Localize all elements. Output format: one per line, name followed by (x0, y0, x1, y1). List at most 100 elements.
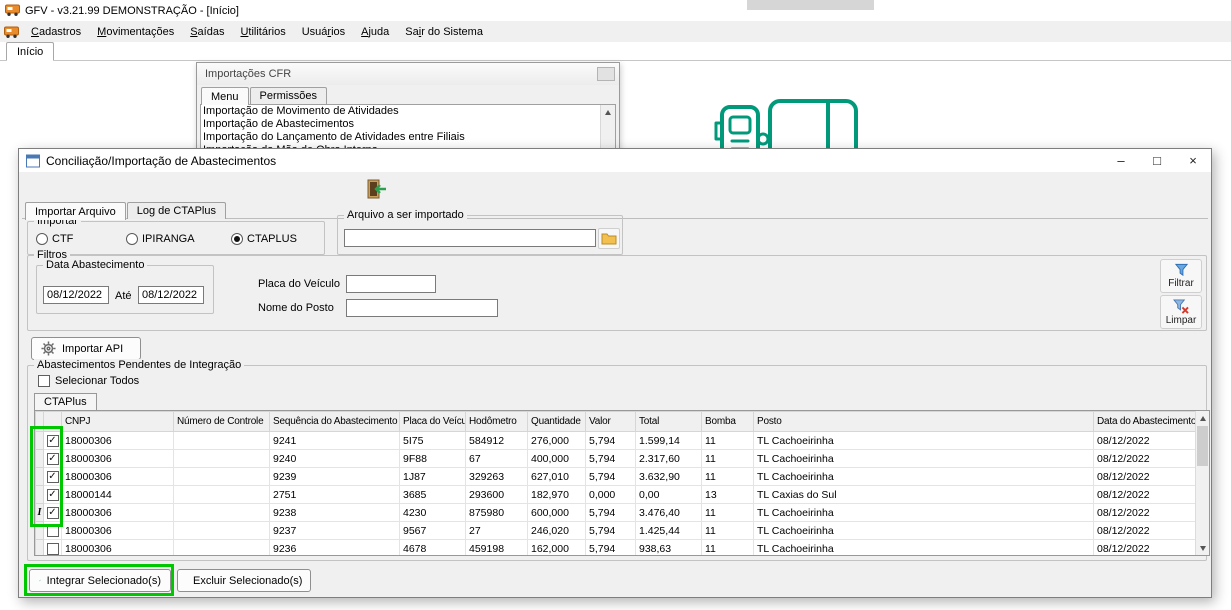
cfr-tab-menu[interactable]: Menu (201, 87, 249, 105)
excluir-button[interactable]: Excluir Selecionado(s) (177, 569, 311, 592)
scroll-down-icon[interactable] (1196, 541, 1209, 555)
arquivo-input[interactable] (344, 229, 596, 247)
grid-cell[interactable]: 9241 (270, 432, 400, 450)
grid-column-header[interactable]: Valor (586, 412, 636, 432)
grid-cell[interactable]: 5,794 (586, 468, 636, 486)
grid-cell[interactable] (174, 522, 270, 540)
grid-column-header[interactable]: Quantidade (528, 412, 586, 432)
grid-column-header[interactable]: Data do Abastecimento (1094, 412, 1196, 432)
grid-cell[interactable] (174, 504, 270, 522)
row-checkbox[interactable]: ✓ (47, 507, 59, 519)
grid-cell[interactable] (174, 540, 270, 557)
row-checkbox[interactable] (47, 543, 59, 555)
grid-column-header[interactable]: Sequência do Abastecimento (270, 412, 400, 432)
cfr-list-item[interactable]: Importação de Abastecimentos (201, 118, 615, 131)
grid-column-header[interactable]: CNPJ (62, 412, 174, 432)
row-selector[interactable] (36, 432, 44, 450)
posto-input[interactable] (346, 299, 498, 317)
scroll-up-icon[interactable] (1196, 411, 1209, 425)
radio-ctf[interactable]: CTF (36, 233, 73, 245)
row-selector[interactable] (36, 486, 44, 504)
scroll-up-icon[interactable] (605, 110, 611, 115)
filtrar-button[interactable]: Filtrar (1160, 259, 1202, 293)
menu-item-movimenta-es[interactable]: Movimentações (89, 23, 182, 41)
grid-cell[interactable] (174, 432, 270, 450)
row-checkbox-cell[interactable]: ✓ (44, 432, 62, 450)
minimize-button[interactable]: – (1103, 149, 1139, 172)
grid-cell[interactable]: 459198 (466, 540, 528, 557)
grid-cell[interactable]: 2.317,60 (636, 450, 702, 468)
row-checkbox-cell[interactable]: ✓ (44, 468, 62, 486)
grid-cell[interactable]: 400,000 (528, 450, 586, 468)
grid-cell[interactable]: 11 (702, 432, 754, 450)
grid-cell[interactable]: 11 (702, 450, 754, 468)
row-selector[interactable] (36, 450, 44, 468)
maximize-button[interactable]: □ (1139, 149, 1175, 172)
menu-item-sa-das[interactable]: Saídas (182, 23, 232, 41)
grid-cell[interactable] (174, 486, 270, 504)
exit-button[interactable] (363, 176, 389, 202)
row-checkbox[interactable]: ✓ (47, 453, 59, 465)
grid-cell[interactable]: 5,794 (586, 450, 636, 468)
grid-cell[interactable]: 9236 (270, 540, 400, 557)
row-checkbox-cell[interactable]: ✓ (44, 486, 62, 504)
grid-cell[interactable]: 9567 (400, 522, 466, 540)
cfr-titlebar[interactable]: Importações CFR (197, 63, 619, 85)
grid-cell[interactable]: 1.599,14 (636, 432, 702, 450)
grid-cell[interactable]: TL Cachoeirinha (754, 468, 1094, 486)
row-checkbox-cell[interactable]: ✓ (44, 450, 62, 468)
grid-cell[interactable]: 2751 (270, 486, 400, 504)
grid-cell[interactable]: 293600 (466, 486, 528, 504)
limpar-button[interactable]: Limpar (1160, 295, 1202, 329)
grid-cell[interactable]: TL Cachoeirinha (754, 540, 1094, 557)
browse-folder-button[interactable] (598, 228, 620, 249)
grid-cell[interactable]: 08/12/2022 (1094, 504, 1196, 522)
grid-cell[interactable]: 3.476,40 (636, 504, 702, 522)
tab-importar-arquivo[interactable]: Importar Arquivo (25, 202, 126, 220)
grid-cell[interactable]: 11 (702, 504, 754, 522)
importar-api-button[interactable]: Importar API (31, 337, 141, 360)
cfr-list-item[interactable]: Importação de Movimento de Atividades (201, 105, 615, 118)
grid-cell[interactable]: 0,000 (586, 486, 636, 504)
cfr-window-button[interactable] (597, 67, 615, 81)
grid-cell[interactable]: 4230 (400, 504, 466, 522)
menu-item-usu-rios[interactable]: Usuários (294, 23, 353, 41)
radio-ipiranga[interactable]: IPIRANGA (126, 233, 195, 245)
placa-input[interactable] (346, 275, 436, 293)
row-checkbox[interactable]: ✓ (47, 471, 59, 483)
radio-ctaplus[interactable]: CTAPLUS (231, 233, 297, 245)
grid-cell[interactable]: 0,00 (636, 486, 702, 504)
grid-cell[interactable]: 246,020 (528, 522, 586, 540)
select-all-checkbox[interactable] (38, 375, 50, 387)
row-selector[interactable]: I (36, 504, 44, 522)
grid-cell[interactable]: 18000306 (62, 468, 174, 486)
grid-cell[interactable]: 600,000 (528, 504, 586, 522)
grid-cell[interactable]: 875980 (466, 504, 528, 522)
grid-cell[interactable]: 3.632,90 (636, 468, 702, 486)
grid-cell[interactable]: 4678 (400, 540, 466, 557)
row-selector[interactable] (36, 468, 44, 486)
menu-item-utilit-rios[interactable]: Utilitários (232, 23, 293, 41)
grid-cell[interactable]: 08/12/2022 (1094, 450, 1196, 468)
row-checkbox-cell[interactable] (44, 540, 62, 557)
grid-cell[interactable] (174, 468, 270, 486)
grid-column-header[interactable]: Número de Controle (174, 412, 270, 432)
grid-cell[interactable]: 3685 (400, 486, 466, 504)
tab-log-ctaplus[interactable]: Log de CTAPlus (127, 202, 226, 219)
grid-column-header[interactable]: Posto (754, 412, 1094, 432)
row-checkbox[interactable]: ✓ (47, 489, 59, 501)
grid-cell[interactable]: 11 (702, 540, 754, 557)
grid-cell[interactable]: 5I75 (400, 432, 466, 450)
grid-cell[interactable]: 18000306 (62, 504, 174, 522)
grid-cell[interactable]: 18000306 (62, 432, 174, 450)
grid-cell[interactable]: 5,794 (586, 504, 636, 522)
grid-cell[interactable]: 08/12/2022 (1094, 468, 1196, 486)
grid-cell[interactable]: 938,63 (636, 540, 702, 557)
row-checkbox[interactable] (47, 525, 59, 537)
grid-cell[interactable]: 9F88 (400, 450, 466, 468)
grid-cell[interactable]: 627,010 (528, 468, 586, 486)
grid-cell[interactable]: 67 (466, 450, 528, 468)
grid-scrollbar[interactable] (1195, 411, 1209, 555)
menu-item-cadastros[interactable]: Cadastros (23, 23, 89, 41)
grid-column-header[interactable]: Total (636, 412, 702, 432)
